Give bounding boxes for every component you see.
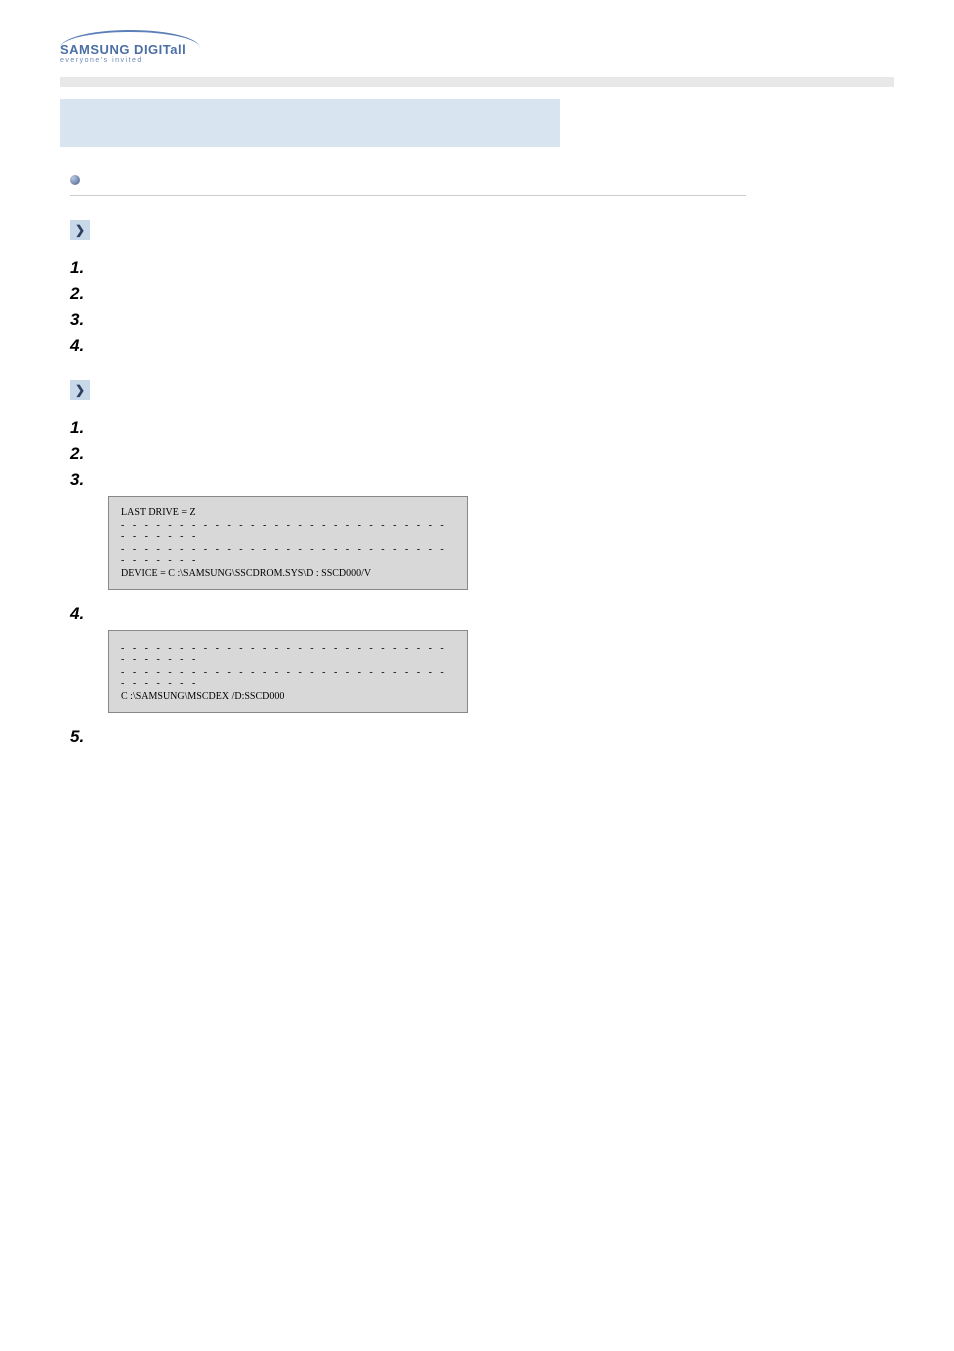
code-line: - - - - - - - - - - - - - - - - - - - - …: [121, 520, 455, 542]
step-number: 2.: [70, 444, 94, 464]
code-line: - - - - - - - - - - - - - - - - - - - - …: [121, 643, 455, 665]
step-number: 1.: [70, 258, 94, 278]
step-list-1: 1. 2. 3. 4.: [70, 258, 894, 356]
autoexec-bat-box: - - - - - - - - - - - - - - - - - - - - …: [108, 630, 468, 713]
code-line: - - - - - - - - - - - - - - - - - - - - …: [121, 544, 455, 566]
chevron-right-icon: ❯: [70, 380, 90, 400]
step-item: 3.: [70, 470, 894, 490]
config-sys-box: LAST DRIVE = Z - - - - - - - - - - - - -…: [108, 496, 468, 590]
logo-tagline: everyone's invited: [60, 57, 200, 64]
step-number: 2.: [70, 284, 94, 304]
step-item: 2.: [70, 284, 894, 304]
step-item: 4.: [70, 604, 894, 624]
subsection-1: ❯: [70, 220, 894, 240]
code-line: DEVICE = C :\SAMSUNG\SSCDROM.SYS\D : SSC…: [121, 568, 455, 579]
step-number: 3.: [70, 310, 94, 330]
bullet-icon: [70, 175, 80, 185]
logo: SAMSUNG DIGITall everyone's invited: [60, 30, 894, 65]
step-item: 1.: [70, 258, 894, 278]
code-line: C :\SAMSUNG\MSCDEX /D:SSCD000: [121, 691, 455, 702]
step-number: 4.: [70, 336, 94, 356]
header-divider: [60, 77, 894, 87]
code-line: LAST DRIVE = Z: [121, 507, 455, 518]
subsection-2: ❯: [70, 380, 894, 400]
code-line: - - - - - - - - - - - - - - - - - - - - …: [121, 667, 455, 689]
step-number: 1.: [70, 418, 94, 438]
step-number: 5.: [70, 727, 94, 747]
step-item: 4.: [70, 336, 894, 356]
step-number: 4.: [70, 604, 94, 624]
step-item: 3.: [70, 310, 894, 330]
title-banner: [60, 99, 560, 147]
step-item: 5.: [70, 727, 894, 747]
step-number: 3.: [70, 470, 94, 490]
step-item: 2.: [70, 444, 894, 464]
step-list-2: 1. 2. 3. LAST DRIVE = Z - - - - - - - - …: [70, 418, 894, 747]
step-item: 1.: [70, 418, 894, 438]
section-header: [70, 175, 746, 196]
chevron-right-icon: ❯: [70, 220, 90, 240]
